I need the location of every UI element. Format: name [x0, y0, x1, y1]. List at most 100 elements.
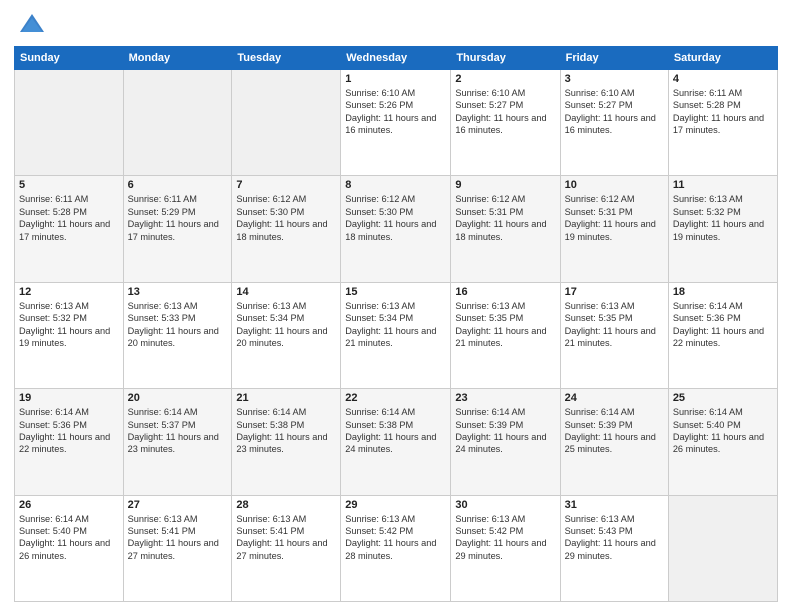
calendar-cell: 24 Sunrise: 6:14 AM Sunset: 5:39 PM Dayli…	[560, 389, 668, 495]
day-number: 2	[455, 73, 555, 85]
day-number: 22	[345, 392, 446, 404]
calendar-cell: 11 Sunrise: 6:13 AM Sunset: 5:32 PM Dayli…	[668, 176, 777, 282]
calendar-week-row: 1 Sunrise: 6:10 AM Sunset: 5:26 PM Daylig…	[15, 70, 778, 176]
calendar-cell: 14 Sunrise: 6:13 AM Sunset: 5:34 PM Dayli…	[232, 282, 341, 388]
day-info: Sunrise: 6:13 AM Sunset: 5:32 PM Dayligh…	[19, 300, 119, 350]
day-info: Sunrise: 6:13 AM Sunset: 5:32 PM Dayligh…	[673, 193, 773, 243]
day-info: Sunrise: 6:10 AM Sunset: 5:26 PM Dayligh…	[345, 87, 446, 137]
calendar-cell: 8 Sunrise: 6:12 AM Sunset: 5:30 PM Daylig…	[341, 176, 451, 282]
day-number: 9	[455, 179, 555, 191]
day-number: 15	[345, 286, 446, 298]
day-number: 6	[128, 179, 228, 191]
calendar-cell: 9 Sunrise: 6:12 AM Sunset: 5:31 PM Daylig…	[451, 176, 560, 282]
calendar-cell	[15, 70, 124, 176]
weekday-header: Wednesday	[341, 47, 451, 70]
weekday-header: Friday	[560, 47, 668, 70]
weekday-header: Thursday	[451, 47, 560, 70]
day-info: Sunrise: 6:12 AM Sunset: 5:30 PM Dayligh…	[345, 193, 446, 243]
logo	[14, 10, 46, 38]
calendar-cell: 2 Sunrise: 6:10 AM Sunset: 5:27 PM Daylig…	[451, 70, 560, 176]
calendar-cell: 17Sunrise: 6:13 AM Sunset: 5:35 PM Dayli…	[560, 282, 668, 388]
day-number: 14	[236, 286, 336, 298]
day-info: Sunrise: 6:14 AM Sunset: 5:40 PM Dayligh…	[19, 513, 119, 563]
day-info: Sunrise: 6:12 AM Sunset: 5:30 PM Dayligh…	[236, 193, 336, 243]
day-number: 27	[128, 499, 228, 511]
day-number: 26	[19, 499, 119, 511]
day-info: Sunrise: 6:14 AM Sunset: 5:38 PM Dayligh…	[345, 406, 446, 456]
calendar-cell: 10Sunrise: 6:12 AM Sunset: 5:31 PM Dayli…	[560, 176, 668, 282]
day-number: 4	[673, 73, 773, 85]
day-number: 25	[673, 392, 773, 404]
calendar-cell	[232, 70, 341, 176]
day-info: Sunrise: 6:11 AM Sunset: 5:29 PM Dayligh…	[128, 193, 228, 243]
weekday-header: Saturday	[668, 47, 777, 70]
calendar-cell: 29Sunrise: 6:13 AM Sunset: 5:42 PM Dayli…	[341, 495, 451, 601]
day-number: 13	[128, 286, 228, 298]
day-number: 23	[455, 392, 555, 404]
day-info: Sunrise: 6:13 AM Sunset: 5:34 PM Dayligh…	[345, 300, 446, 350]
day-number: 12	[19, 286, 119, 298]
day-info: Sunrise: 6:14 AM Sunset: 5:36 PM Dayligh…	[19, 406, 119, 456]
day-info: Sunrise: 6:13 AM Sunset: 5:35 PM Dayligh…	[455, 300, 555, 350]
day-number: 1	[345, 73, 446, 85]
day-info: Sunrise: 6:12 AM Sunset: 5:31 PM Dayligh…	[455, 193, 555, 243]
day-info: Sunrise: 6:14 AM Sunset: 5:37 PM Dayligh…	[128, 406, 228, 456]
calendar-week-row: 26 Sunrise: 6:14 AM Sunset: 5:40 PM Dayli…	[15, 495, 778, 601]
day-number: 8	[345, 179, 446, 191]
calendar-week-row: 5Sunrise: 6:11 AM Sunset: 5:28 PM Daylig…	[15, 176, 778, 282]
calendar-cell: 23 Sunrise: 6:14 AM Sunset: 5:39 PM Dayli…	[451, 389, 560, 495]
calendar-cell: 1 Sunrise: 6:10 AM Sunset: 5:26 PM Daylig…	[341, 70, 451, 176]
weekday-header: Sunday	[15, 47, 124, 70]
calendar-table: SundayMondayTuesdayWednesdayThursdayFrid…	[14, 46, 778, 602]
calendar-cell	[668, 495, 777, 601]
day-number: 19	[19, 392, 119, 404]
calendar-week-row: 19 Sunrise: 6:14 AM Sunset: 5:36 PM Dayli…	[15, 389, 778, 495]
day-info: Sunrise: 6:13 AM Sunset: 5:43 PM Dayligh…	[565, 513, 664, 563]
day-number: 3	[565, 73, 664, 85]
calendar-cell: 3Sunrise: 6:10 AM Sunset: 5:27 PM Daylig…	[560, 70, 668, 176]
day-number: 21	[236, 392, 336, 404]
day-info: Sunrise: 6:10 AM Sunset: 5:27 PM Dayligh…	[455, 87, 555, 137]
day-info: Sunrise: 6:13 AM Sunset: 5:41 PM Dayligh…	[236, 513, 336, 563]
day-info: Sunrise: 6:13 AM Sunset: 5:42 PM Dayligh…	[455, 513, 555, 563]
day-number: 18	[673, 286, 773, 298]
calendar-cell: 30 Sunrise: 6:13 AM Sunset: 5:42 PM Dayli…	[451, 495, 560, 601]
weekday-header: Monday	[123, 47, 232, 70]
day-number: 24	[565, 392, 664, 404]
calendar-cell: 25 Sunrise: 6:14 AM Sunset: 5:40 PM Dayli…	[668, 389, 777, 495]
calendar-cell: 28 Sunrise: 6:13 AM Sunset: 5:41 PM Dayli…	[232, 495, 341, 601]
calendar-cell: 5Sunrise: 6:11 AM Sunset: 5:28 PM Daylig…	[15, 176, 124, 282]
calendar-cell: 22 Sunrise: 6:14 AM Sunset: 5:38 PM Dayli…	[341, 389, 451, 495]
calendar-cell: 18 Sunrise: 6:14 AM Sunset: 5:36 PM Dayli…	[668, 282, 777, 388]
calendar-cell: 21Sunrise: 6:14 AM Sunset: 5:38 PM Dayli…	[232, 389, 341, 495]
day-info: Sunrise: 6:14 AM Sunset: 5:39 PM Dayligh…	[455, 406, 555, 456]
calendar-cell: 31Sunrise: 6:13 AM Sunset: 5:43 PM Dayli…	[560, 495, 668, 601]
day-number: 20	[128, 392, 228, 404]
day-number: 11	[673, 179, 773, 191]
day-info: Sunrise: 6:14 AM Sunset: 5:36 PM Dayligh…	[673, 300, 773, 350]
calendar-cell: 7 Sunrise: 6:12 AM Sunset: 5:30 PM Daylig…	[232, 176, 341, 282]
calendar-cell: 16 Sunrise: 6:13 AM Sunset: 5:35 PM Dayli…	[451, 282, 560, 388]
day-number: 7	[236, 179, 336, 191]
header	[14, 10, 778, 38]
weekday-header: Tuesday	[232, 47, 341, 70]
day-info: Sunrise: 6:13 AM Sunset: 5:33 PM Dayligh…	[128, 300, 228, 350]
day-info: Sunrise: 6:14 AM Sunset: 5:39 PM Dayligh…	[565, 406, 664, 456]
weekday-header-row: SundayMondayTuesdayWednesdayThursdayFrid…	[15, 47, 778, 70]
day-number: 16	[455, 286, 555, 298]
day-info: Sunrise: 6:13 AM Sunset: 5:35 PM Dayligh…	[565, 300, 664, 350]
day-number: 30	[455, 499, 555, 511]
day-info: Sunrise: 6:11 AM Sunset: 5:28 PM Dayligh…	[673, 87, 773, 137]
calendar-cell: 13 Sunrise: 6:13 AM Sunset: 5:33 PM Dayli…	[123, 282, 232, 388]
day-info: Sunrise: 6:13 AM Sunset: 5:34 PM Dayligh…	[236, 300, 336, 350]
calendar-cell: 4 Sunrise: 6:11 AM Sunset: 5:28 PM Daylig…	[668, 70, 777, 176]
calendar-cell: 26 Sunrise: 6:14 AM Sunset: 5:40 PM Dayli…	[15, 495, 124, 601]
day-number: 28	[236, 499, 336, 511]
day-info: Sunrise: 6:14 AM Sunset: 5:40 PM Dayligh…	[673, 406, 773, 456]
calendar-cell: 6 Sunrise: 6:11 AM Sunset: 5:29 PM Daylig…	[123, 176, 232, 282]
calendar-cell: 27Sunrise: 6:13 AM Sunset: 5:41 PM Dayli…	[123, 495, 232, 601]
logo-icon	[18, 10, 46, 38]
page: SundayMondayTuesdayWednesdayThursdayFrid…	[0, 0, 792, 612]
calendar-cell: 15 Sunrise: 6:13 AM Sunset: 5:34 PM Dayli…	[341, 282, 451, 388]
calendar-week-row: 12 Sunrise: 6:13 AM Sunset: 5:32 PM Dayli…	[15, 282, 778, 388]
